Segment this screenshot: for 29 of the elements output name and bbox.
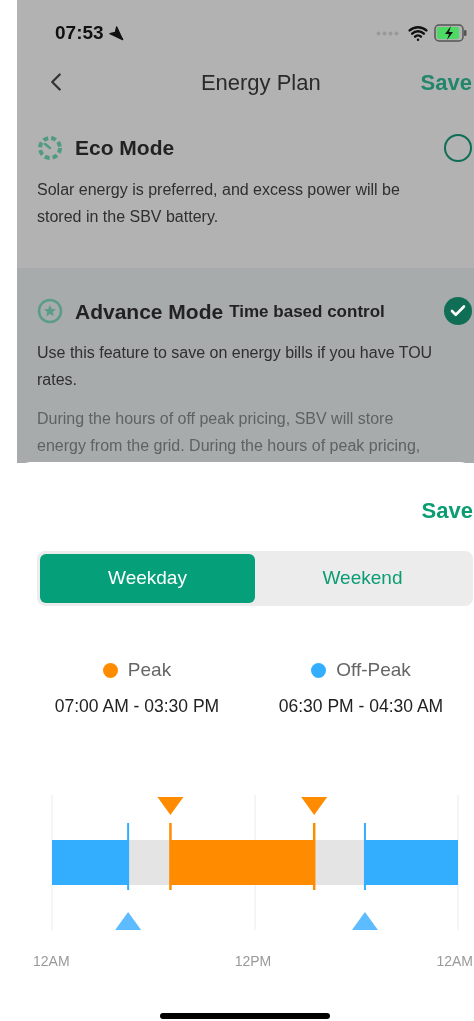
save-button[interactable]: Save [420, 65, 472, 99]
save-button[interactable]: Save [421, 494, 473, 527]
location-arrow-icon [107, 25, 124, 42]
time-range: 06:30 PM - 04:30 AM [278, 694, 444, 718]
gap-segment [128, 839, 171, 885]
page-title: Energy Plan [199, 68, 322, 97]
battery-charging-icon [434, 24, 468, 43]
mode-title: Advance Mode [75, 298, 224, 325]
mode-description: Use this feature to save on energy bills if you have TOU rates. [37, 343, 434, 390]
gauge-icon [37, 134, 63, 161]
mode-description: During the hours of off peak pricing, SBV will store energy from the grid. During the hours of peak pricing, [37, 409, 422, 456]
axis-label: 12PM [234, 951, 272, 971]
radio-button[interactable] [444, 133, 472, 162]
signal-icon [376, 30, 400, 36]
axis-label: 12AM [436, 951, 473, 971]
legend-label: Off-Peak [336, 658, 411, 682]
status-time: 07:53 [55, 21, 104, 46]
tab[interactable]: Weekend [255, 554, 470, 603]
mode-description: Solar energy is preferred, and excess power will be stored in the SBV battery. [37, 179, 401, 227]
mode-card[interactable] [17, 267, 474, 463]
mode-title: Eco Mode [75, 135, 175, 161]
axis-label: 12AM [33, 951, 70, 971]
mode-tag: Time based control [229, 298, 385, 324]
selected-check-icon[interactable] [444, 297, 472, 326]
time-range: 07:00 AM - 03:30 PM [54, 694, 220, 718]
legend-label: Peak [127, 658, 172, 682]
wifi-icon [408, 23, 428, 44]
gap-segment [314, 839, 365, 885]
tab[interactable]: Weekday [40, 554, 255, 603]
